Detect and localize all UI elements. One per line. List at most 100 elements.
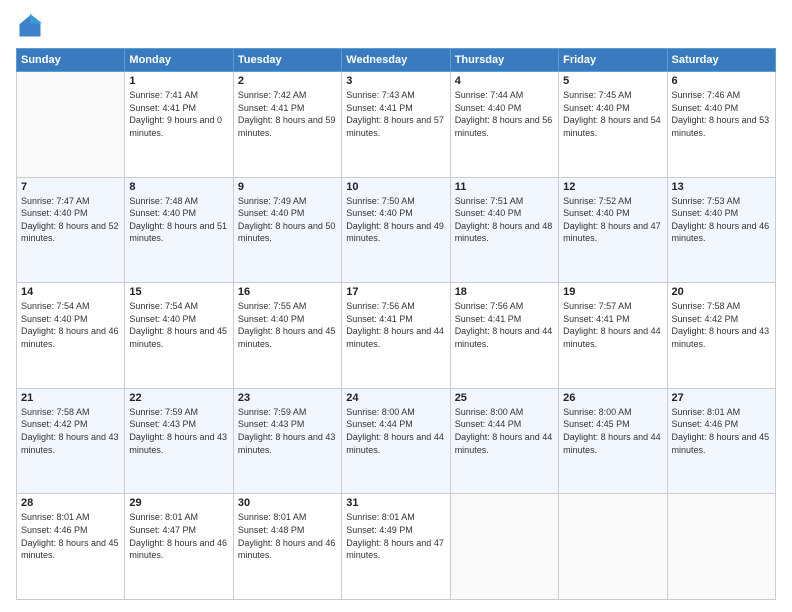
- day-info: Sunrise: 7:59 AMSunset: 4:43 PMDaylight:…: [238, 406, 337, 456]
- calendar-day-cell: 10 Sunrise: 7:50 AMSunset: 4:40 PMDayligh…: [342, 177, 450, 283]
- day-number: 24: [346, 392, 445, 404]
- day-info: Sunrise: 7:57 AMSunset: 4:41 PMDaylight:…: [563, 300, 662, 350]
- day-number: 19: [563, 286, 662, 298]
- day-number: 11: [455, 181, 554, 193]
- day-number: 7: [21, 181, 120, 193]
- calendar-day-cell: 23 Sunrise: 7:59 AMSunset: 4:43 PMDayligh…: [233, 388, 341, 494]
- day-info: Sunrise: 7:50 AMSunset: 4:40 PMDaylight:…: [346, 195, 445, 245]
- day-info: Sunrise: 8:00 AMSunset: 4:44 PMDaylight:…: [346, 406, 445, 456]
- day-info: Sunrise: 7:58 AMSunset: 4:42 PMDaylight:…: [672, 300, 771, 350]
- calendar-day-cell: 31 Sunrise: 8:01 AMSunset: 4:49 PMDayligh…: [342, 494, 450, 600]
- logo: [16, 12, 48, 40]
- day-number: 9: [238, 181, 337, 193]
- calendar-day-header: Thursday: [450, 49, 558, 72]
- day-info: Sunrise: 7:46 AMSunset: 4:40 PMDaylight:…: [672, 89, 771, 139]
- day-info: Sunrise: 7:56 AMSunset: 4:41 PMDaylight:…: [346, 300, 445, 350]
- day-info: Sunrise: 7:55 AMSunset: 4:40 PMDaylight:…: [238, 300, 337, 350]
- day-info: Sunrise: 7:44 AMSunset: 4:40 PMDaylight:…: [455, 89, 554, 139]
- day-number: 28: [21, 497, 120, 509]
- calendar-day-cell: 3Sunrise: 7:43 AMSunset: 4:41 PMDaylight…: [342, 72, 450, 178]
- day-number: 12: [563, 181, 662, 193]
- day-info: Sunrise: 7:48 AMSunset: 4:40 PMDaylight:…: [129, 195, 228, 245]
- day-number: 25: [455, 392, 554, 404]
- calendar-week-row: 28 Sunrise: 8:01 AMSunset: 4:46 PMDayligh…: [17, 494, 776, 600]
- calendar-day-cell: 30 Sunrise: 8:01 AMSunset: 4:48 PMDayligh…: [233, 494, 341, 600]
- calendar-day-cell: 17 Sunrise: 7:56 AMSunset: 4:41 PMDayligh…: [342, 283, 450, 389]
- day-info: Sunrise: 7:59 AMSunset: 4:43 PMDaylight:…: [129, 406, 228, 456]
- day-number: 4: [455, 75, 554, 87]
- day-number: 15: [129, 286, 228, 298]
- day-info: Sunrise: 8:00 AMSunset: 4:45 PMDaylight:…: [563, 406, 662, 456]
- day-number: 30: [238, 497, 337, 509]
- day-info: Sunrise: 7:45 AMSunset: 4:40 PMDaylight:…: [563, 89, 662, 139]
- day-number: 5: [563, 75, 662, 87]
- calendar-day-header: Friday: [559, 49, 667, 72]
- day-info: Sunrise: 7:41 AMSunset: 4:41 PMDaylight:…: [129, 89, 228, 139]
- calendar-day-cell: 18 Sunrise: 7:56 AMSunset: 4:41 PMDayligh…: [450, 283, 558, 389]
- day-info: Sunrise: 8:01 AMSunset: 4:48 PMDaylight:…: [238, 511, 337, 561]
- calendar-day-cell: 8 Sunrise: 7:48 AMSunset: 4:40 PMDaylight…: [125, 177, 233, 283]
- calendar-day-cell: 6 Sunrise: 7:46 AMSunset: 4:40 PMDaylight…: [667, 72, 775, 178]
- day-info: Sunrise: 8:01 AMSunset: 4:47 PMDaylight:…: [129, 511, 228, 561]
- day-number: 18: [455, 286, 554, 298]
- calendar-day-header: Tuesday: [233, 49, 341, 72]
- day-info: Sunrise: 7:42 AMSunset: 4:41 PMDaylight:…: [238, 89, 337, 139]
- calendar-day-cell: 5 Sunrise: 7:45 AMSunset: 4:40 PMDaylight…: [559, 72, 667, 178]
- calendar-week-row: 7 Sunrise: 7:47 AMSunset: 4:40 PMDaylight…: [17, 177, 776, 283]
- day-number: 13: [672, 181, 771, 193]
- day-number: 23: [238, 392, 337, 404]
- calendar-week-row: 14Sunrise: 7:54 AMSunset: 4:40 PMDayligh…: [17, 283, 776, 389]
- day-info: Sunrise: 7:52 AMSunset: 4:40 PMDaylight:…: [563, 195, 662, 245]
- calendar-day-cell: 16 Sunrise: 7:55 AMSunset: 4:40 PMDayligh…: [233, 283, 341, 389]
- calendar-day-header: Wednesday: [342, 49, 450, 72]
- day-number: 8: [129, 181, 228, 193]
- day-number: 31: [346, 497, 445, 509]
- calendar-day-cell: 24 Sunrise: 8:00 AMSunset: 4:44 PMDayligh…: [342, 388, 450, 494]
- calendar-header-row: SundayMondayTuesdayWednesdayThursdayFrid…: [17, 49, 776, 72]
- calendar-week-row: 21Sunrise: 7:58 AMSunset: 4:42 PMDayligh…: [17, 388, 776, 494]
- day-number: 21: [21, 392, 120, 404]
- day-info: Sunrise: 7:47 AMSunset: 4:40 PMDaylight:…: [21, 195, 120, 245]
- calendar-day-cell: 26 Sunrise: 8:00 AMSunset: 4:45 PMDayligh…: [559, 388, 667, 494]
- calendar-day-cell: 14Sunrise: 7:54 AMSunset: 4:40 PMDayligh…: [17, 283, 125, 389]
- calendar-day-cell: 11 Sunrise: 7:51 AMSunset: 4:40 PMDayligh…: [450, 177, 558, 283]
- day-info: Sunrise: 8:01 AMSunset: 4:49 PMDaylight:…: [346, 511, 445, 561]
- calendar-day-header: Sunday: [17, 49, 125, 72]
- day-info: Sunrise: 8:01 AMSunset: 4:46 PMDaylight:…: [21, 511, 120, 561]
- calendar-day-cell: 22Sunrise: 7:59 AMSunset: 4:43 PMDayligh…: [125, 388, 233, 494]
- calendar-day-header: Saturday: [667, 49, 775, 72]
- day-number: 17: [346, 286, 445, 298]
- day-number: 6: [672, 75, 771, 87]
- calendar-day-cell: 20Sunrise: 7:58 AMSunset: 4:42 PMDayligh…: [667, 283, 775, 389]
- day-info: Sunrise: 7:56 AMSunset: 4:41 PMDaylight:…: [455, 300, 554, 350]
- calendar-day-cell: 15 Sunrise: 7:54 AMSunset: 4:40 PMDayligh…: [125, 283, 233, 389]
- calendar-day-cell: 29 Sunrise: 8:01 AMSunset: 4:47 PMDayligh…: [125, 494, 233, 600]
- calendar-table: SundayMondayTuesdayWednesdayThursdayFrid…: [16, 48, 776, 600]
- calendar-day-cell: [667, 494, 775, 600]
- calendar-day-cell: 4 Sunrise: 7:44 AMSunset: 4:40 PMDaylight…: [450, 72, 558, 178]
- day-info: Sunrise: 7:49 AMSunset: 4:40 PMDaylight:…: [238, 195, 337, 245]
- calendar-day-cell: 9 Sunrise: 7:49 AMSunset: 4:40 PMDaylight…: [233, 177, 341, 283]
- day-info: Sunrise: 7:54 AMSunset: 4:40 PMDaylight:…: [129, 300, 228, 350]
- calendar-week-row: 1 Sunrise: 7:41 AMSunset: 4:41 PMDaylight…: [17, 72, 776, 178]
- day-info: Sunrise: 7:43 AMSunset: 4:41 PMDaylight:…: [346, 89, 445, 139]
- header: [16, 12, 776, 40]
- calendar-day-cell: 7 Sunrise: 7:47 AMSunset: 4:40 PMDaylight…: [17, 177, 125, 283]
- calendar-day-cell: [450, 494, 558, 600]
- day-number: 16: [238, 286, 337, 298]
- calendar-day-cell: [559, 494, 667, 600]
- calendar-day-cell: 13Sunrise: 7:53 AMSunset: 4:40 PMDayligh…: [667, 177, 775, 283]
- calendar-day-cell: 12 Sunrise: 7:52 AMSunset: 4:40 PMDayligh…: [559, 177, 667, 283]
- day-info: Sunrise: 7:51 AMSunset: 4:40 PMDaylight:…: [455, 195, 554, 245]
- calendar-day-cell: 1 Sunrise: 7:41 AMSunset: 4:41 PMDaylight…: [125, 72, 233, 178]
- day-number: 29: [129, 497, 228, 509]
- day-number: 10: [346, 181, 445, 193]
- day-number: 1: [129, 75, 228, 87]
- calendar-day-cell: 25 Sunrise: 8:00 AMSunset: 4:44 PMDayligh…: [450, 388, 558, 494]
- calendar-day-cell: 28 Sunrise: 8:01 AMSunset: 4:46 PMDayligh…: [17, 494, 125, 600]
- day-info: Sunrise: 8:00 AMSunset: 4:44 PMDaylight:…: [455, 406, 554, 456]
- calendar-day-cell: 2Sunrise: 7:42 AMSunset: 4:41 PMDaylight…: [233, 72, 341, 178]
- day-number: 26: [563, 392, 662, 404]
- calendar-day-cell: [17, 72, 125, 178]
- day-info: Sunrise: 7:54 AMSunset: 4:40 PMDaylight:…: [21, 300, 120, 350]
